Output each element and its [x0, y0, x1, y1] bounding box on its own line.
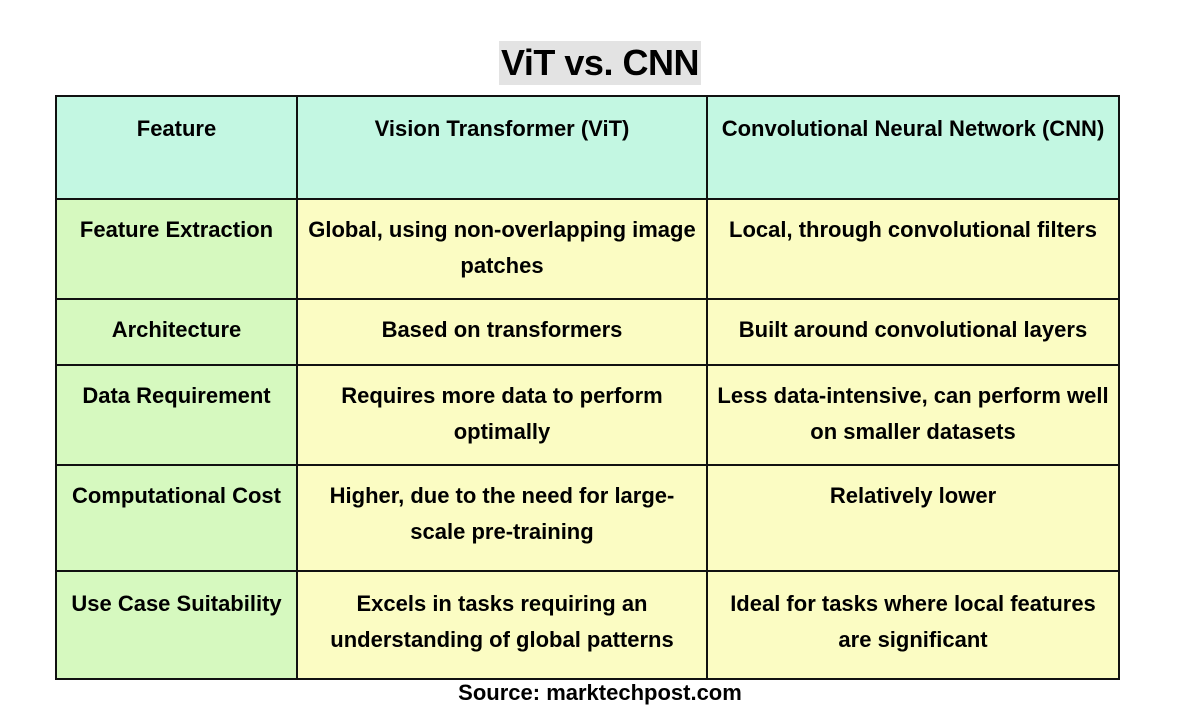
- feature-cell: Feature Extraction: [55, 198, 298, 300]
- header-vit: Vision Transformer (ViT): [296, 95, 708, 200]
- table-row: Computational Cost Higher, due to the ne…: [55, 464, 1120, 572]
- cnn-cell: Local, through convolutional filters: [706, 198, 1120, 300]
- header-feature: Feature: [55, 95, 298, 200]
- table-row: Data Requirement Requires more data to p…: [55, 364, 1120, 466]
- feature-cell: Use Case Suitability: [55, 570, 298, 680]
- cnn-cell: Relatively lower: [706, 464, 1120, 572]
- vit-cell: Excels in tasks requiring an understandi…: [296, 570, 708, 680]
- table-row: Feature Extraction Global, using non-ove…: [55, 198, 1120, 300]
- table-header-row: Feature Vision Transformer (ViT) Convolu…: [55, 95, 1120, 200]
- source-caption: Source: marktechpost.com: [458, 680, 742, 705]
- cnn-cell: Built around convolutional layers: [706, 298, 1120, 366]
- vit-cell: Global, using non-overlapping image patc…: [296, 198, 708, 300]
- vit-cell: Requires more data to perform optimally: [296, 364, 708, 466]
- page-title: ViT vs. CNN: [499, 41, 701, 85]
- header-cnn: Convolutional Neural Network (CNN): [706, 95, 1120, 200]
- cnn-cell: Less data-intensive, can perform well on…: [706, 364, 1120, 466]
- vit-cell: Based on transformers: [296, 298, 708, 366]
- feature-cell: Computational Cost: [55, 464, 298, 572]
- feature-cell: Architecture: [55, 298, 298, 366]
- table-row: Architecture Based on transformers Built…: [55, 298, 1120, 366]
- table-row: Use Case Suitability Excels in tasks req…: [55, 570, 1120, 680]
- cnn-cell: Ideal for tasks where local features are…: [706, 570, 1120, 680]
- feature-cell: Data Requirement: [55, 364, 298, 466]
- comparison-table: Feature Vision Transformer (ViT) Convolu…: [55, 95, 1120, 680]
- vit-cell: Higher, due to the need for large-scale …: [296, 464, 708, 572]
- title-container: ViT vs. CNN: [0, 41, 1200, 85]
